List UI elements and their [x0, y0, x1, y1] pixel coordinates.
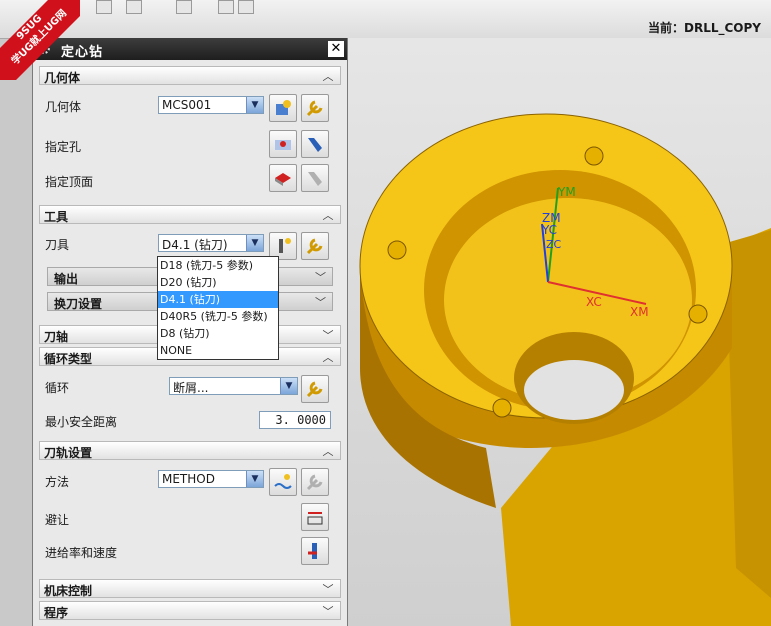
tool-option-selected[interactable]: D4.1 (钻刀) — [158, 291, 278, 308]
center-hole — [524, 360, 624, 420]
method-select-value: METHOD — [162, 472, 215, 486]
toolbar-icon[interactable] — [238, 0, 254, 14]
feeds-label: 进给率和速度 — [45, 546, 118, 560]
feeds-speeds-button[interactable] — [301, 537, 329, 565]
edit-tool-button[interactable] — [301, 232, 329, 260]
geometry-select-value: MCS001 — [162, 98, 212, 112]
feeds-icon — [308, 543, 317, 559]
current-operation-label: 当前：DRLL_COPY — [648, 21, 761, 35]
chevron-up-icon: ︿ — [322, 70, 334, 83]
edit-method-button[interactable] — [301, 468, 329, 496]
geometry-select[interactable]: MCS001 ▼ — [158, 96, 264, 114]
section-title: 工具 — [44, 210, 69, 224]
new-geometry-icon — [276, 100, 291, 115]
dialog-titlebar[interactable]: 定心钻 ✕ — [33, 38, 347, 60]
wrench-icon — [306, 100, 323, 117]
show-hole-button[interactable] — [301, 130, 329, 158]
specify-top-button[interactable] — [269, 164, 297, 192]
avoid-label: 避让 — [45, 513, 70, 527]
ym-label: YM — [557, 185, 576, 199]
avoid-button[interactable] — [301, 503, 329, 531]
section-title: 程序 — [44, 606, 69, 620]
tool-option[interactable]: D20 (钻刀) — [158, 274, 278, 291]
chevron-down-icon[interactable]: ▼ — [246, 235, 263, 251]
geometry-section-header[interactable]: 几何体 ︿ — [39, 66, 341, 85]
edit-geometry-button[interactable] — [301, 94, 329, 122]
wrench-icon — [306, 238, 323, 255]
graphics-viewport[interactable]: YM ZM YC ZC XC XM — [346, 38, 771, 626]
show-top-button[interactable] — [301, 164, 329, 192]
chevron-down-icon: ﹀ — [315, 271, 326, 284]
flashlight-icon — [308, 138, 322, 152]
wrench-icon — [306, 474, 323, 491]
bolt-hole[interactable] — [492, 398, 512, 418]
tool-dropdown-list[interactable]: D18 (铣刀-5 参数) D20 (钻刀) D4.1 (钻刀) D40R5 (… — [157, 256, 279, 360]
tool-select-value: D4.1 (钻刀) — [162, 238, 228, 252]
section-title: 机床控制 — [44, 584, 93, 598]
bolt-hole[interactable] — [584, 146, 604, 166]
flashlight-icon — [308, 172, 322, 186]
watermark-logo: 9SUG 学UG就上UG网 — [0, 0, 80, 80]
section-title: 循环类型 — [44, 352, 93, 366]
xc-label: XC — [586, 295, 602, 309]
new-geometry-button[interactable] — [269, 94, 297, 122]
chevron-up-icon: ︿ — [322, 351, 334, 364]
chevron-down-icon: ﹀ — [315, 296, 326, 309]
bolt-hole[interactable] — [688, 304, 708, 324]
cycle-label: 循环 — [45, 381, 70, 395]
subsection-title: 输出 — [54, 272, 79, 286]
subsection-title: 换刀设置 — [54, 297, 103, 311]
specify-hole-button[interactable] — [269, 130, 297, 158]
cycle-select-value: 断屑... — [173, 381, 209, 395]
edit-cycle-button[interactable] — [301, 375, 329, 403]
tool-option[interactable]: D18 (铣刀-5 参数) — [158, 257, 278, 274]
machine-control-section-header[interactable]: 机床控制 ﹀ — [39, 579, 341, 598]
chevron-down-icon[interactable]: ▼ — [246, 471, 263, 487]
bolt-hole[interactable] — [387, 240, 407, 260]
tool-section-header[interactable]: 工具 ︿ — [39, 205, 341, 224]
tool-label: 刀具 — [45, 238, 70, 252]
min-clearance-label: 最小安全距离 — [45, 415, 118, 429]
tool-select[interactable]: D4.1 (钻刀) ▼ — [158, 234, 264, 252]
yc-label: YC — [541, 223, 557, 237]
top-toolbar: 当前：DRLL_COPY — [0, 0, 771, 39]
avoid-icon — [307, 512, 323, 525]
toolbar-icon[interactable] — [96, 0, 112, 14]
chevron-down-icon: ﹀ — [322, 329, 334, 342]
section-title: 刀轨设置 — [44, 446, 93, 460]
top-face-icon — [275, 173, 291, 186]
program-section-header[interactable]: 程序 ﹀ — [39, 601, 341, 620]
specify-hole-label: 指定孔 — [45, 140, 82, 154]
chevron-up-icon: ︿ — [322, 445, 334, 458]
min-clearance-field[interactable]: 3. 0000 — [259, 411, 331, 429]
path-settings-section-header[interactable]: 刀轨设置 ︿ — [39, 441, 341, 460]
tool-option[interactable]: D40R5 (铣刀-5 参数) — [158, 308, 278, 325]
close-button[interactable]: ✕ — [328, 41, 344, 57]
new-tool-icon — [279, 238, 291, 253]
toolbar-icon[interactable] — [126, 0, 142, 14]
part-model[interactable]: YM ZM YC ZC XC XM — [346, 38, 771, 626]
hole-select-icon — [275, 140, 291, 150]
chevron-down-icon[interactable]: ▼ — [280, 378, 297, 394]
new-method-icon — [274, 474, 292, 489]
toolbar-icon[interactable] — [176, 0, 192, 14]
zc-label: ZC — [546, 238, 562, 251]
tool-option[interactable]: D8 (钻刀) — [158, 325, 278, 342]
method-label: 方法 — [45, 475, 70, 489]
geometry-label: 几何体 — [45, 100, 82, 114]
toolbar-icon[interactable] — [218, 0, 234, 14]
chevron-up-icon: ︿ — [322, 209, 334, 222]
cycle-select[interactable]: 断屑... ▼ — [169, 377, 298, 395]
specify-top-label: 指定顶面 — [45, 175, 94, 189]
tool-option[interactable]: NONE — [158, 342, 278, 359]
new-method-button[interactable] — [269, 468, 297, 496]
wrench-icon — [306, 381, 323, 398]
method-select[interactable]: METHOD ▼ — [158, 470, 264, 488]
section-title: 刀轴 — [44, 330, 69, 344]
xm-label: XM — [630, 305, 649, 319]
chevron-down-icon: ﹀ — [322, 605, 334, 618]
chevron-down-icon[interactable]: ▼ — [246, 97, 263, 113]
chevron-down-icon: ﹀ — [322, 583, 334, 596]
